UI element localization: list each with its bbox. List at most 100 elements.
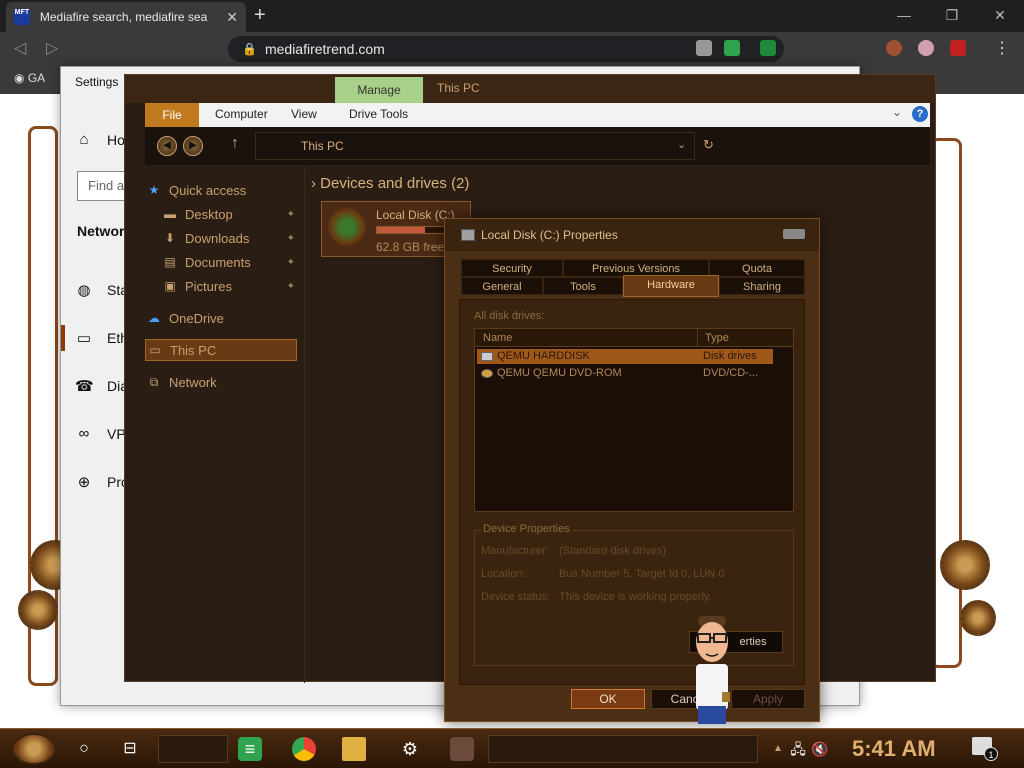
list-item[interactable]: QEMU QEMU DVD-ROM DVD/CD-... — [477, 366, 773, 381]
selected-indicator — [61, 325, 65, 351]
devices-group-title[interactable]: › Devices and drives (2) — [311, 175, 469, 192]
drive-tools-tab[interactable]: Drive Tools — [349, 107, 408, 121]
close-icon[interactable] — [783, 229, 805, 239]
notification-count-badge: 1 — [984, 747, 998, 761]
pin-icon: ✦ — [286, 232, 295, 244]
nav-downloads[interactable]: ⬇ Downloads ✦ — [161, 227, 297, 249]
network-tray-icon[interactable]: 🖧 — [786, 737, 810, 761]
column-type[interactable]: Type — [705, 332, 729, 344]
restore-icon[interactable]: ❐ — [928, 0, 976, 32]
chat-app-icon[interactable]: ≡ — [238, 737, 262, 761]
drive-usage-fill — [377, 227, 426, 233]
forward-button[interactable]: ▶ — [183, 136, 203, 156]
start-button[interactable] — [12, 733, 56, 765]
volume-muted-icon[interactable]: 🔇 — [808, 737, 832, 761]
computer-icon: ▭ — [149, 343, 161, 357]
tab-quota[interactable]: Quota — [709, 259, 805, 277]
nav-label: This PC — [170, 342, 217, 358]
drive-list[interactable]: Name Type QEMU HARDDISK Disk drives QEMU… — [474, 328, 794, 512]
cdrom-icon — [481, 369, 493, 378]
nav-this-pc[interactable]: ▭ This PC — [145, 339, 297, 361]
refresh-icon[interactable]: ↻ — [703, 137, 714, 153]
tab-hardware[interactable]: Hardware — [623, 275, 719, 297]
list-item[interactable]: QEMU HARDDISK Disk drives — [477, 349, 773, 364]
drive-row-name: QEMU HARDDISK — [497, 350, 590, 362]
nav-network[interactable]: ⧉ Network — [145, 371, 297, 393]
nav-label: Quick access — [169, 182, 247, 198]
back-button[interactable]: ◀ — [157, 136, 177, 156]
file-tab[interactable]: File — [145, 103, 199, 127]
extension-security-icon[interactable] — [760, 40, 776, 56]
browser-tab[interactable]: MFT Mediafire search, mediafire sea ✕ — [6, 2, 246, 32]
nav-desktop[interactable]: ▬ Desktop ✦ — [161, 203, 297, 225]
help-icon[interactable]: ? — [912, 106, 928, 122]
address-path: This PC — [301, 139, 344, 153]
location-label: Location: — [481, 568, 526, 580]
tab-general[interactable]: General — [461, 277, 543, 295]
nav-label: Desktop — [185, 206, 233, 222]
chevron-down-icon[interactable]: ⌄ — [892, 105, 902, 119]
settings-nav-status[interactable]: ◍ Sta — [75, 281, 128, 299]
tab-sharing[interactable]: Sharing — [719, 277, 805, 295]
extension-shield-icon[interactable] — [696, 40, 712, 56]
nav-documents[interactable]: ▤ Documents ✦ — [161, 251, 297, 273]
tab-title: Mediafire search, mediafire sea — [39, 10, 208, 24]
app-icon[interactable] — [450, 737, 474, 761]
nav-onedrive[interactable]: ☁ OneDrive — [145, 307, 297, 329]
drive-icon — [461, 229, 475, 241]
taskbar-slot — [488, 735, 758, 763]
nav-label: Downloads — [185, 230, 250, 246]
settings-nav-home[interactable]: ⌂ Ho — [75, 131, 125, 148]
network-icon: ⧉ — [149, 374, 159, 389]
search-circle-icon[interactable]: ○ — [72, 737, 96, 761]
taskbar-clock[interactable]: 5:41 AM — [852, 736, 936, 762]
chevron-down-icon[interactable]: ⌄ — [677, 138, 686, 151]
hardware-panel: All disk drives: Name Type QEMU HARDDISK… — [459, 299, 805, 685]
new-tab-button[interactable]: + — [254, 4, 266, 27]
nav-label: Pictures — [185, 278, 232, 294]
settings-gear-icon[interactable]: ⚙ — [398, 737, 422, 761]
hdd-icon — [481, 352, 493, 361]
cartoon-mascot-icon — [696, 616, 730, 724]
cloud-icon: ☁ — [148, 311, 160, 325]
pin-icon: ✦ — [286, 256, 295, 268]
drive-row-type: Disk drives — [703, 350, 757, 362]
file-explorer-icon[interactable] — [342, 737, 366, 761]
nav-pictures[interactable]: ▣ Pictures ✦ — [161, 275, 297, 297]
computer-tab[interactable]: Computer — [215, 107, 268, 121]
forward-arrow-icon[interactable]: ▷ — [46, 38, 58, 58]
decorative-gear-icon — [18, 590, 58, 630]
extension-avatar-icon[interactable] — [886, 40, 902, 56]
manage-context-tab[interactable]: Manage — [335, 77, 423, 103]
vpn-icon: ∞ — [78, 425, 90, 442]
column-name[interactable]: Name — [483, 332, 512, 344]
drive-row-type: DVD/CD-... — [703, 367, 758, 379]
chrome-icon[interactable] — [292, 737, 316, 761]
view-tab[interactable]: View — [291, 107, 317, 121]
ublock-icon[interactable] — [950, 40, 966, 56]
ethernet-icon: ▭ — [76, 330, 92, 347]
close-window-icon[interactable]: ✕ — [976, 0, 1024, 32]
menu-kebab-icon[interactable]: ⋮ — [994, 38, 1010, 58]
settings-nav-dialup[interactable]: ☎ Dial — [75, 377, 131, 395]
nav-quick-access[interactable]: ★ Quick access — [145, 179, 297, 201]
device-properties-group: Device Properties Manufacturer: (Standar… — [474, 523, 794, 666]
status-row: Device status: This device is working pr… — [481, 591, 712, 603]
minimize-icon[interactable]: — — [880, 0, 928, 32]
extension-flag-icon[interactable] — [918, 40, 934, 56]
ok-button[interactable]: OK — [571, 689, 645, 709]
globe-icon: ⊕ — [77, 474, 91, 491]
tab-close-icon[interactable]: ✕ — [226, 9, 238, 26]
extension-chat-icon[interactable] — [724, 40, 740, 56]
apply-button[interactable]: Apply — [731, 689, 805, 709]
task-view-icon[interactable]: ⊟ — [118, 737, 142, 761]
tab-security[interactable]: Security — [461, 259, 563, 277]
settings-nav-label: Ho — [107, 131, 125, 148]
back-arrow-icon[interactable]: ◁ — [14, 38, 26, 58]
up-arrow-icon[interactable]: ↑ — [231, 135, 239, 153]
tab-tools[interactable]: Tools — [543, 277, 623, 295]
device-properties-legend: Device Properties — [481, 523, 572, 535]
browser-toolbar: ◁ ▷ 🔒 mediafiretrend.com ⋮ — [0, 32, 1024, 64]
bookmark-item[interactable]: ◉ GA — [14, 71, 45, 85]
ribbon-tabs: File Computer View Drive Tools ⌄ ? — [145, 103, 930, 127]
